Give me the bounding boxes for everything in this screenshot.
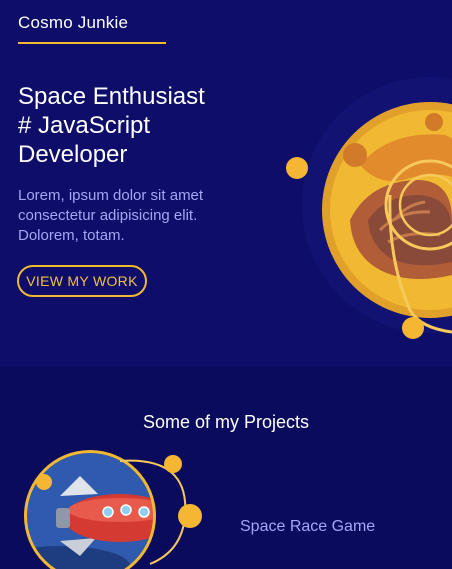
- hero-intro-text: Lorem, ipsum dolor sit amet consectetur …: [18, 187, 204, 244]
- headline-line-1: Space Enthusiast: [18, 83, 205, 110]
- planet-icon: [286, 77, 452, 339]
- projects-section: Some of my Projects Space Race Game: [0, 366, 452, 569]
- brand-underline: [18, 42, 166, 44]
- project-link-space-race-game[interactable]: Space Race Game: [240, 518, 375, 536]
- projects-section-title: Some of my Projects: [142, 412, 310, 432]
- hero-section: Cosmo Junkie Space Enthusiast # JavaScri…: [0, 0, 452, 366]
- headline-line-2: # JavaScript: [18, 112, 151, 139]
- hero-headline: Space Enthusiast # JavaScript Developer: [18, 82, 278, 169]
- rocket-icon[interactable]: [20, 446, 210, 569]
- brand-logo[interactable]: Cosmo Junkie: [18, 13, 128, 33]
- view-my-work-button[interactable]: VIEW MY WORK: [17, 265, 147, 297]
- headline-line-3: Developer: [18, 141, 128, 168]
